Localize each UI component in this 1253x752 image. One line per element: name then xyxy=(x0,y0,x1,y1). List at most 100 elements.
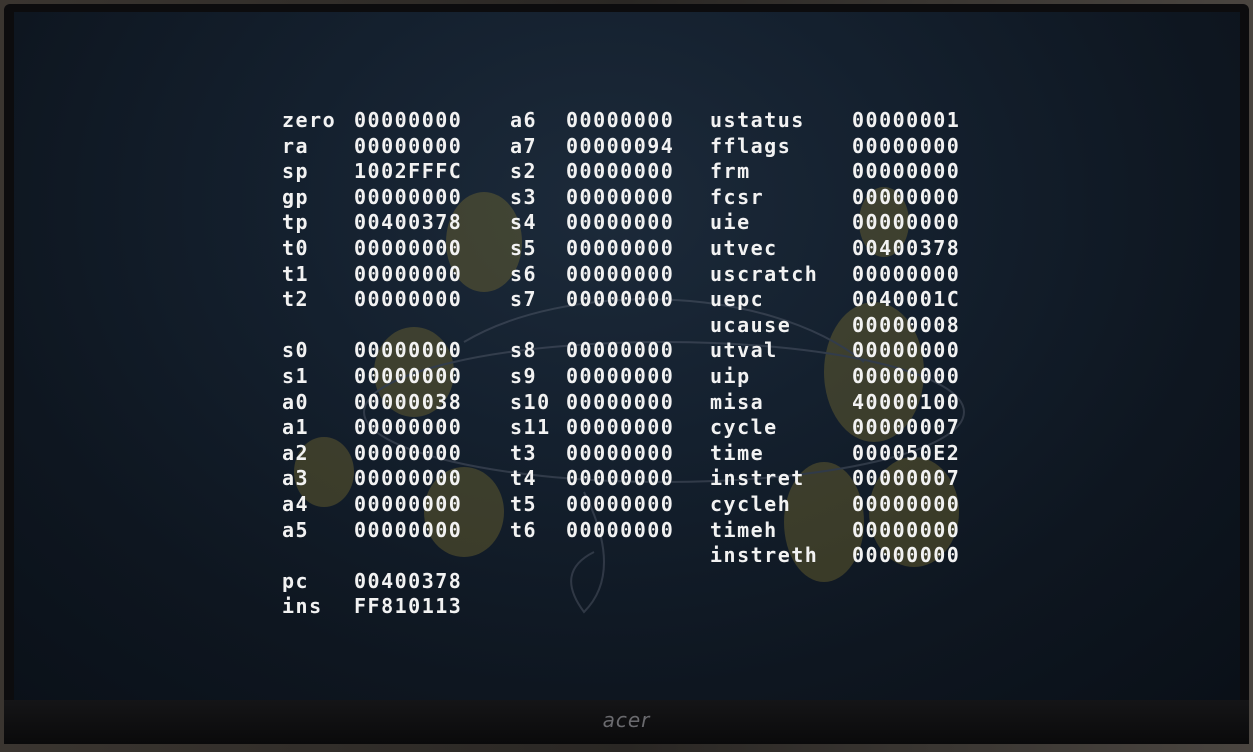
register-name: utval xyxy=(710,338,778,363)
register-name: s3 xyxy=(510,184,538,209)
register-name: utvec xyxy=(710,235,778,260)
register-value: 00000000 xyxy=(566,159,675,184)
register-name: s7 xyxy=(510,287,538,312)
register-value: 00000000 xyxy=(566,287,675,312)
register-value: 00000000 xyxy=(566,338,675,363)
register-name: s1 xyxy=(282,363,310,388)
register-value: 00000000 xyxy=(354,108,463,132)
register-value: 00000000 xyxy=(566,389,675,414)
register-name: s8 xyxy=(510,338,538,363)
register-name: cycle xyxy=(710,415,778,440)
register-name: t0 xyxy=(282,235,310,260)
register-name: uscratch xyxy=(710,261,819,286)
register-name: ucause xyxy=(710,312,792,337)
register-name: s4 xyxy=(510,210,538,235)
register-value: 00000000 xyxy=(566,235,675,260)
register-name: misa xyxy=(710,389,765,414)
register-name: time xyxy=(710,440,765,465)
register-value: 00000000 xyxy=(566,440,675,465)
register-value: 000050E2 xyxy=(852,440,961,465)
register-name: timeh xyxy=(710,517,778,542)
register-name: t6 xyxy=(510,517,538,542)
register-value: 00000007 xyxy=(852,466,961,491)
register-value: 00000000 xyxy=(354,287,463,312)
register-value: 00000000 xyxy=(354,415,463,440)
register-value: 00000000 xyxy=(566,261,675,286)
register-value: 00000000 xyxy=(852,133,961,158)
register-name: s0 xyxy=(282,338,310,363)
register-value: 00000000 xyxy=(566,491,675,516)
register-name: s2 xyxy=(510,159,538,184)
register-value: 00000000 xyxy=(354,184,463,209)
register-name: fflags xyxy=(710,133,792,158)
register-name: a2 xyxy=(282,440,310,465)
register-value: 1002FFFC xyxy=(354,159,463,184)
register-dump: zero 00000000 ra 00000000 sp 1002FFFC gp 000000… xyxy=(14,12,1240,700)
register-name: a3 xyxy=(282,466,310,491)
register-name: sp xyxy=(282,159,310,184)
register-value: 00000000 xyxy=(354,235,463,260)
register-value: 00000000 xyxy=(566,184,675,209)
register-name: s6 xyxy=(510,261,538,286)
register-value: FF810113 xyxy=(354,594,463,619)
register-name: s9 xyxy=(510,363,538,388)
register-name: uepc xyxy=(710,287,765,312)
register-name: a0 xyxy=(282,389,310,414)
register-value: 00000000 xyxy=(354,338,463,363)
register-name: fcsr xyxy=(710,184,765,209)
register-value: 00000007 xyxy=(852,415,961,440)
register-value: 00000000 xyxy=(354,517,463,542)
monitor: zero 00000000 ra 00000000 sp 1002FFFC gp 000000… xyxy=(4,4,1249,744)
register-name: s10 xyxy=(510,389,551,414)
register-name: s5 xyxy=(510,235,538,260)
register-name: frm xyxy=(710,159,751,184)
register-name: cycleh xyxy=(710,491,792,516)
register-name: ustatus xyxy=(710,108,805,132)
register-name: instreth xyxy=(710,543,819,568)
register-name: zero xyxy=(282,108,337,132)
monitor-bezel: acer xyxy=(4,700,1249,744)
register-name: ins xyxy=(282,594,323,619)
register-value: 00000000 xyxy=(566,415,675,440)
register-value: 00000000 xyxy=(354,440,463,465)
register-name: a1 xyxy=(282,415,310,440)
register-value: 40000100 xyxy=(852,389,961,414)
register-value: 00000000 xyxy=(354,466,463,491)
register-name: uie xyxy=(710,210,751,235)
register-value: 00000000 xyxy=(852,338,961,363)
register-name: instret xyxy=(710,466,805,491)
screen: zero 00000000 ra 00000000 sp 1002FFFC gp 000000… xyxy=(14,12,1240,700)
register-value: 00000094 xyxy=(566,133,675,158)
register-value: 00000000 xyxy=(852,261,961,286)
register-name: a6 xyxy=(510,108,538,132)
register-name: pc xyxy=(282,568,310,593)
register-name: s11 xyxy=(510,415,551,440)
register-name: a4 xyxy=(282,491,310,516)
register-value: 0040001C xyxy=(852,287,961,312)
register-name: t4 xyxy=(510,466,538,491)
register-name: t3 xyxy=(510,440,538,465)
register-value: 00000000 xyxy=(354,261,463,286)
register-value: 00000000 xyxy=(852,491,961,516)
register-value: 00000000 xyxy=(566,210,675,235)
register-value: 00400378 xyxy=(354,568,463,593)
register-name: a7 xyxy=(510,133,538,158)
register-value: 00000000 xyxy=(566,108,675,132)
register-value: 00000008 xyxy=(852,312,961,337)
register-name: gp xyxy=(282,184,310,209)
register-value: 00000000 xyxy=(354,363,463,388)
register-name: a5 xyxy=(282,517,310,542)
register-value: 00000000 xyxy=(852,210,961,235)
register-value: 00000000 xyxy=(852,159,961,184)
register-value: 00000000 xyxy=(852,184,961,209)
register-name: tp xyxy=(282,210,310,235)
brand-logo: acer xyxy=(602,708,651,732)
register-name: uip xyxy=(710,363,751,388)
register-value: 00400378 xyxy=(852,235,961,260)
register-value: 00000000 xyxy=(852,363,961,388)
register-name: t2 xyxy=(282,287,310,312)
register-name: t1 xyxy=(282,261,310,286)
register-value: 00000001 xyxy=(852,108,961,132)
register-value: 00400378 xyxy=(354,210,463,235)
register-value: 00000000 xyxy=(566,363,675,388)
